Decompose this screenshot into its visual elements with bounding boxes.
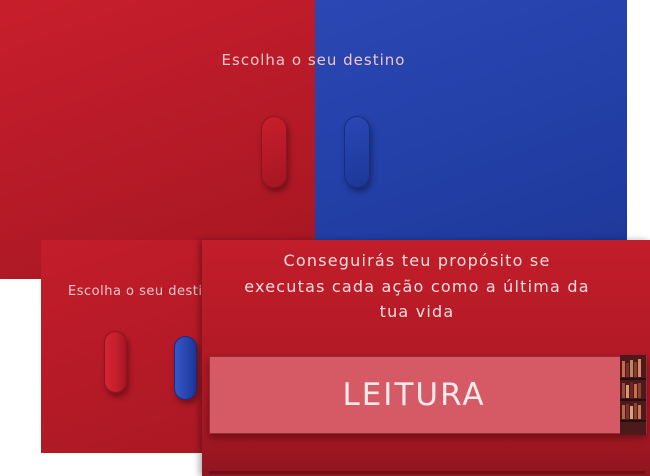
- blue-pill-button[interactable]: [344, 116, 370, 188]
- destiny-screen-small: Escolha o seu destino: [41, 240, 206, 453]
- blue-pill-button-small[interactable]: [174, 336, 197, 400]
- quote-line: tua vida: [379, 302, 455, 321]
- bookshelf-icon: [620, 355, 646, 435]
- page-title: Escolha o seu destino: [221, 51, 406, 69]
- destiny-screen-large: Escolha o seu destino: [0, 0, 627, 279]
- page-title-small: Escolha o seu destino: [68, 284, 206, 299]
- reading-card-button[interactable]: LEITURA: [209, 355, 647, 435]
- quote-line: Conseguirás teu propósito se: [283, 251, 551, 270]
- quote-line: executas cada ação como a última da: [244, 276, 590, 296]
- quote-screen: Conseguirás teu propósito se executas ca…: [202, 240, 650, 476]
- quote-text: Conseguirás teu propósito se executas ca…: [202, 248, 632, 325]
- divider: [209, 471, 645, 474]
- red-pill-button-small[interactable]: [104, 331, 127, 393]
- red-pill-button[interactable]: [261, 116, 287, 188]
- reading-card-label: LEITURA: [342, 377, 486, 413]
